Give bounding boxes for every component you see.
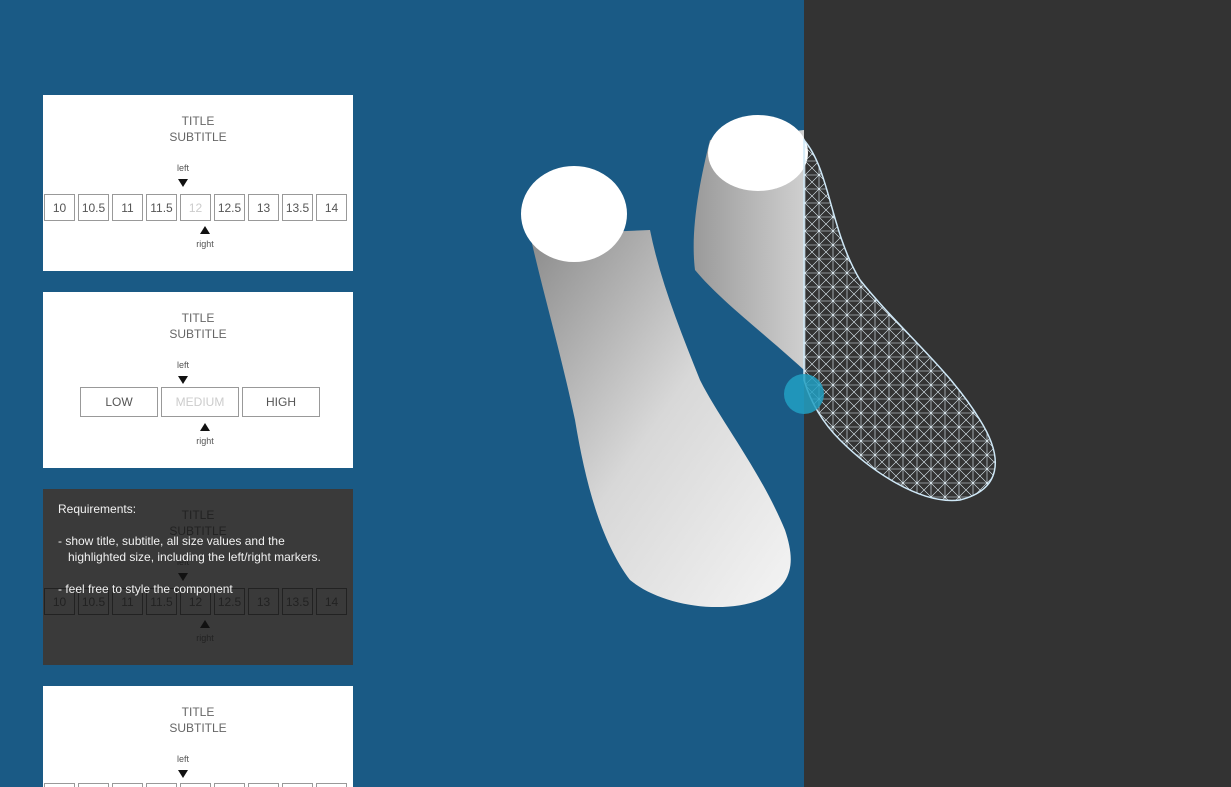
size-option[interactable] [316, 783, 347, 787]
left-marker-label: left [176, 360, 189, 370]
size-option[interactable]: 11.5 [146, 194, 177, 221]
requirements-heading: Requirements: [58, 502, 137, 516]
size-option[interactable] [78, 783, 109, 787]
size-selector-card-4: TITLE SUBTITLE left [43, 686, 353, 787]
card-title: TITLE [181, 114, 215, 128]
size-option[interactable]: 14 [316, 194, 347, 221]
triangle-up-icon [200, 620, 210, 628]
triangle-up-icon [200, 226, 210, 234]
triangle-up-icon [200, 423, 210, 431]
triangle-down-icon [178, 770, 188, 778]
size-option[interactable] [146, 783, 177, 787]
size-option[interactable] [44, 783, 75, 787]
split-slider-handle[interactable] [784, 374, 824, 414]
card-subtitle: SUBTITLE [169, 721, 227, 735]
size-option[interactable] [112, 783, 143, 787]
back-foot-top [708, 115, 808, 191]
size-option[interactable]: 12.5 [214, 194, 245, 221]
size-list [44, 783, 347, 787]
size-option[interactable] [248, 783, 279, 787]
level-selector-card: TITLE SUBTITLE left LOW MEDIUM HIGH righ… [43, 292, 353, 468]
triangle-down-icon [178, 179, 188, 187]
size-option[interactable] [282, 783, 313, 787]
wireframe-foot-model [803, 137, 996, 502]
requirements-line-1: - show title, subtitle, all size values … [58, 534, 285, 548]
right-marker-label: right [196, 633, 214, 643]
front-foot-top [521, 166, 627, 262]
size-selector-card-1: TITLE SUBTITLE left 10 10.5 11 11.5 12 1… [43, 95, 353, 271]
requirements-line-3: - feel free to style the component [58, 582, 233, 596]
right-marker-label: right [196, 436, 214, 446]
right-marker-label: right [196, 239, 214, 249]
size-option[interactable]: 10.5 [78, 194, 109, 221]
size-list: 10 10.5 11 11.5 12 12.5 13 13.5 14 [44, 194, 347, 221]
level-option-low[interactable]: LOW [80, 387, 158, 417]
requirements-overlay: Requirements: - show title, subtitle, al… [58, 501, 321, 597]
left-marker-label: left [176, 754, 189, 764]
size-option[interactable]: 11 [112, 194, 143, 221]
level-option-medium-highlighted[interactable]: MEDIUM [161, 387, 239, 417]
size-option[interactable] [214, 783, 245, 787]
size-option[interactable]: 10 [44, 194, 75, 221]
card-title: TITLE [181, 311, 215, 325]
card-subtitle: SUBTITLE [169, 130, 227, 144]
requirements-line-2: highlighted size, including the left/rig… [58, 550, 321, 564]
size-option[interactable]: 13.5 [282, 194, 313, 221]
requirements-card: TITLE SUBTITLE left 10 10.5 11 11.5 12 1… [43, 489, 353, 665]
level-list: LOW MEDIUM HIGH [80, 387, 320, 417]
left-marker-label: left [176, 163, 189, 173]
card-subtitle: SUBTITLE [169, 327, 227, 341]
size-option-highlighted[interactable]: 12 [180, 194, 211, 221]
size-option[interactable] [180, 783, 211, 787]
size-option[interactable]: 13 [248, 194, 279, 221]
triangle-down-icon [178, 376, 188, 384]
level-option-high[interactable]: HIGH [242, 387, 320, 417]
card-title: TITLE [181, 705, 215, 719]
